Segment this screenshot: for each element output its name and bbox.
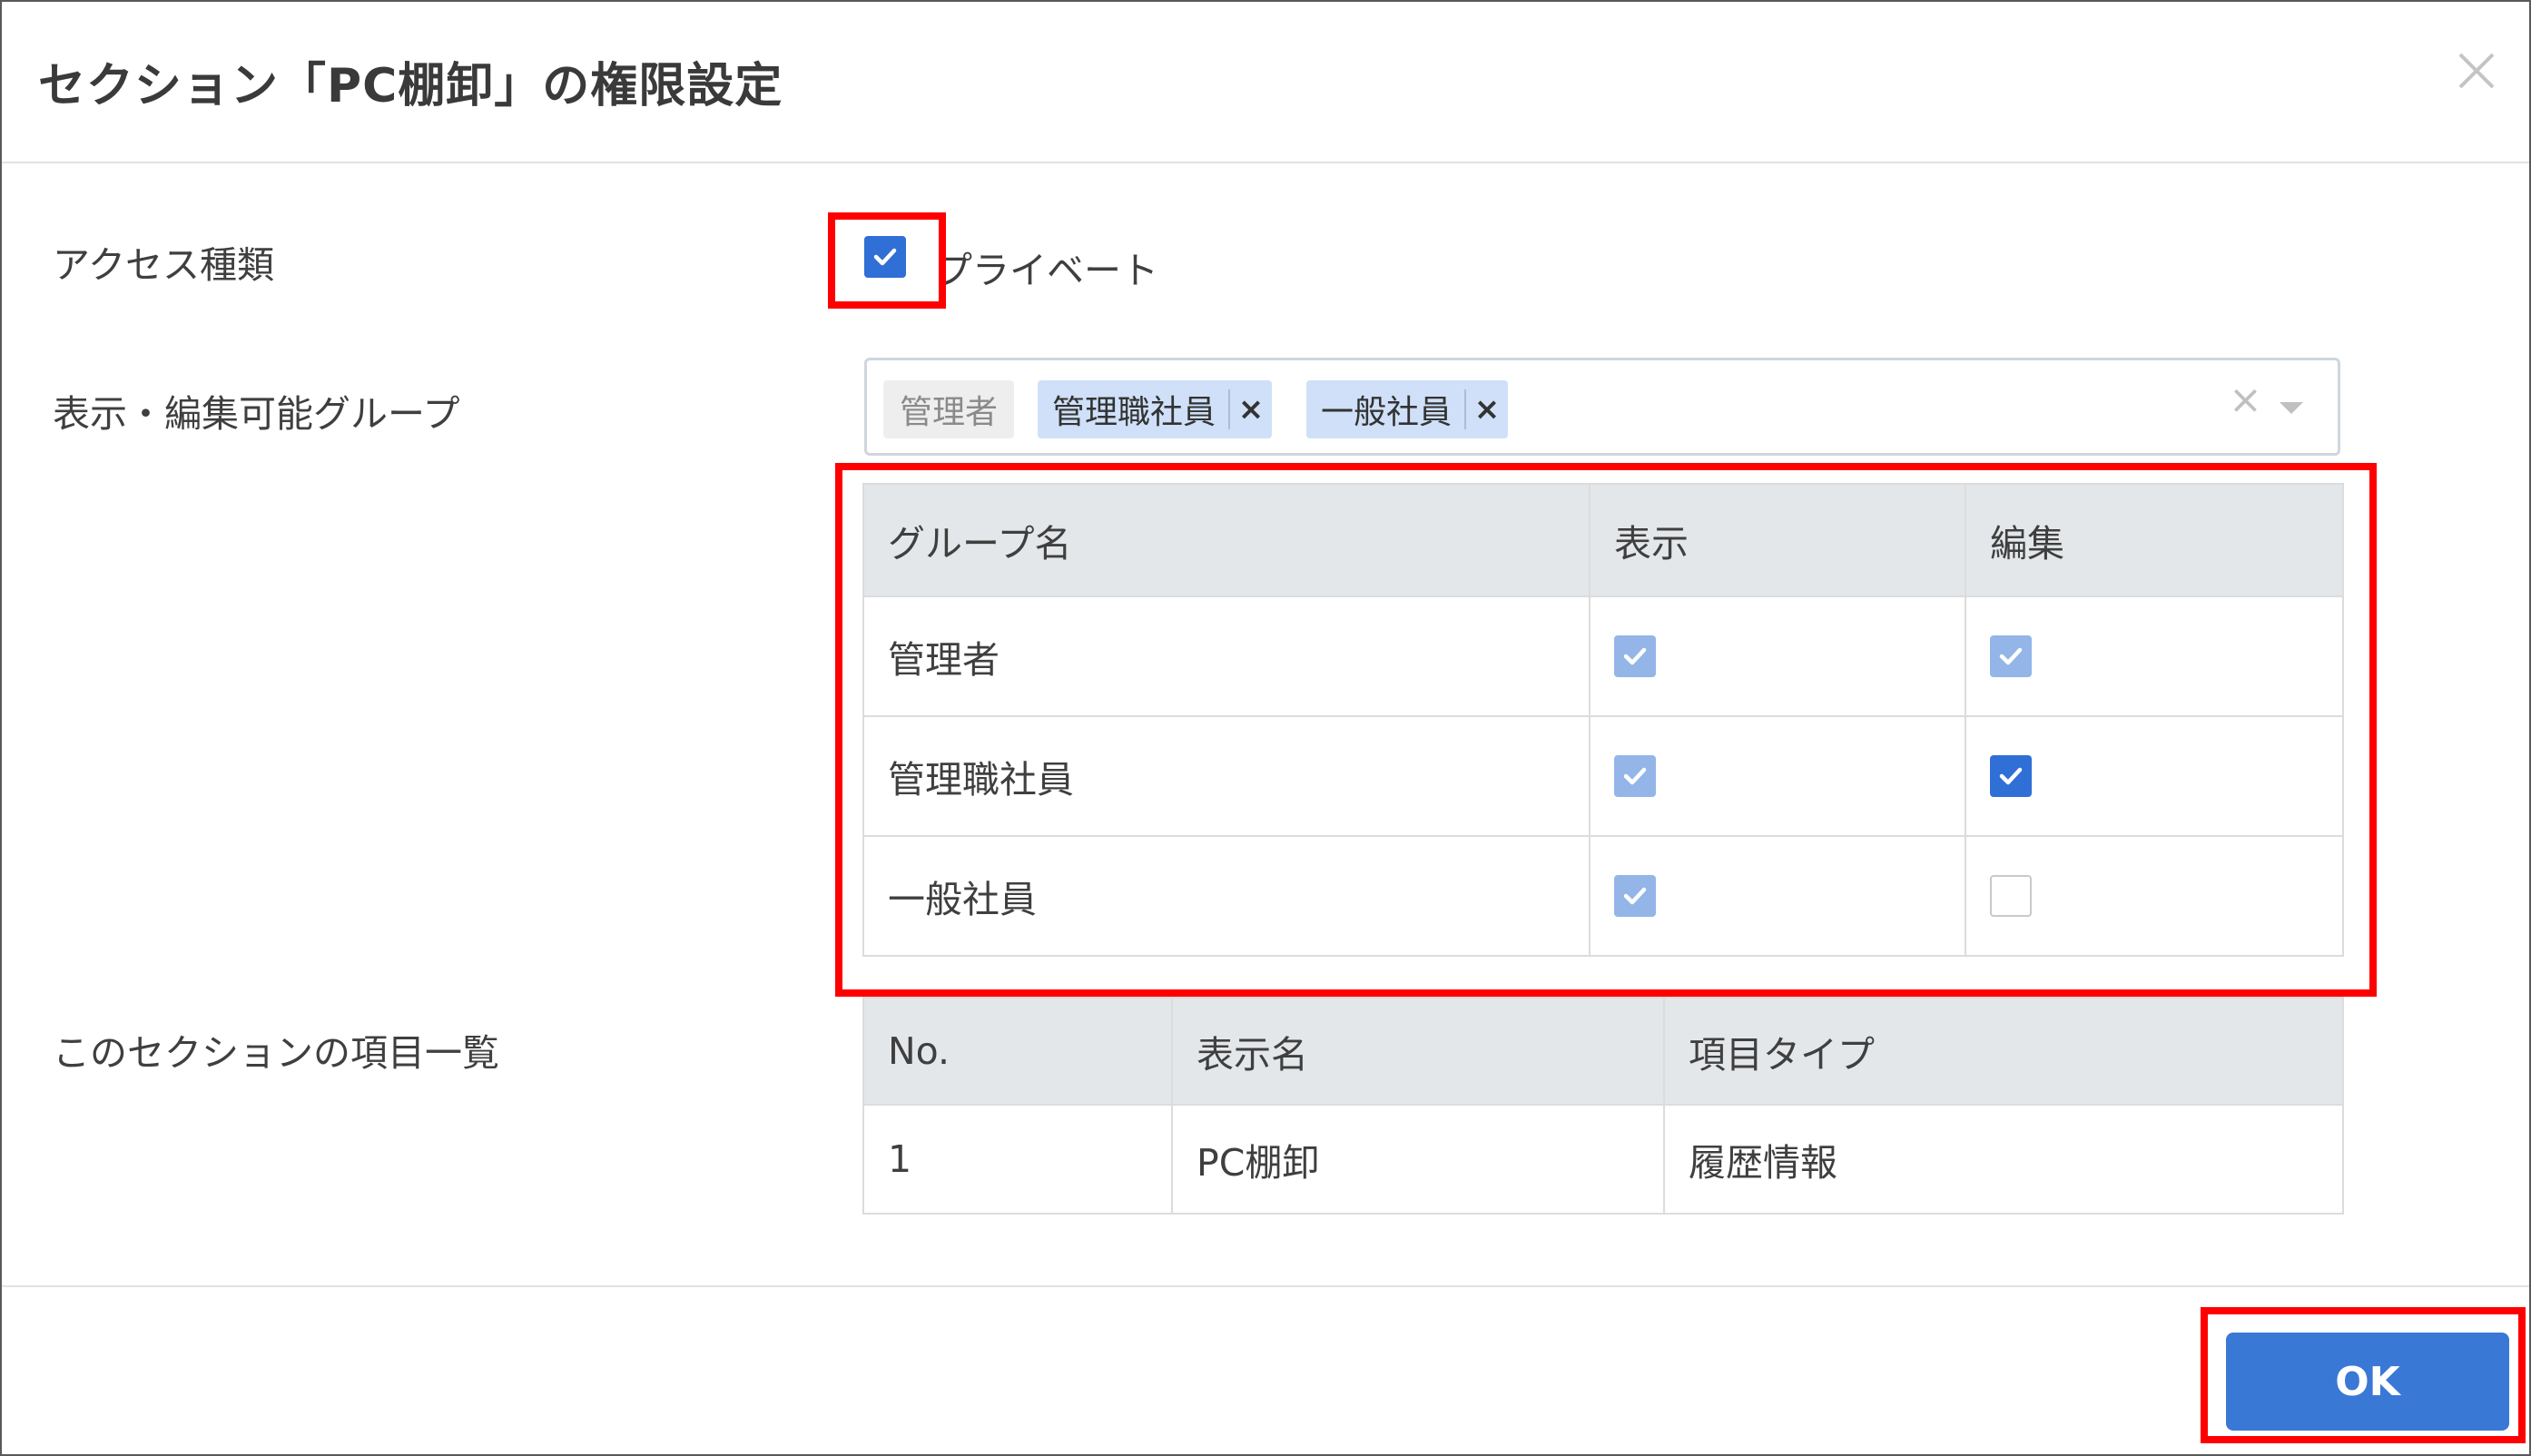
group-tag-label: 管理職社員 xyxy=(1052,394,1216,431)
item-no-cell: 1 xyxy=(862,1104,1173,1215)
dialog-header: セクション「PC棚卸」の権限設定 xyxy=(2,2,2529,163)
groups-label: 表示・編集可能グループ xyxy=(53,392,460,436)
check-icon xyxy=(1999,767,2023,785)
items-label: このセクションの項目一覧 xyxy=(53,1031,499,1075)
table-row: 1 PC棚卸 履歴情報 xyxy=(862,1104,2344,1215)
col-header-view: 表示 xyxy=(1589,483,1966,597)
private-label: プライベート xyxy=(935,249,1158,292)
group-name-cell: 管理職社員 xyxy=(862,715,1590,837)
private-checkbox[interactable] xyxy=(864,236,906,278)
check-icon xyxy=(1623,647,1647,665)
table-row: 管理職社員 xyxy=(862,715,2344,837)
item-type-cell: 履歴情報 xyxy=(1663,1104,2344,1215)
table-row: 管理者 xyxy=(862,595,2344,717)
footer-divider xyxy=(2,1285,2529,1287)
remove-tag-icon[interactable]: × xyxy=(1230,391,1272,428)
view-cell xyxy=(1589,715,1966,837)
group-tag: 一般社員 × xyxy=(1306,380,1509,438)
group-tag: 管理職社員 × xyxy=(1038,380,1273,438)
check-icon xyxy=(1623,887,1647,905)
chevron-down-icon[interactable] xyxy=(2280,402,2303,414)
col-header-item-type: 項目タイプ xyxy=(1663,997,2344,1106)
view-cell xyxy=(1589,595,1966,717)
remove-tag-icon[interactable]: × xyxy=(1466,391,1508,428)
permission-dialog: セクション「PC棚卸」の権限設定 アクセス種類 プライベート 表示・編集可能グル… xyxy=(0,0,2531,1456)
group-tag-label: 一般社員 xyxy=(1321,394,1453,431)
clear-all-icon[interactable]: × xyxy=(2229,377,2262,423)
view-cell xyxy=(1589,835,1966,957)
items-table: No. 表示名 項目タイプ 1 PC棚卸 履歴情報 xyxy=(862,997,2344,1215)
access-type-label: アクセス種類 xyxy=(53,243,274,287)
col-header-group-name: グループ名 xyxy=(862,483,1590,597)
ok-button[interactable]: OK xyxy=(2226,1333,2509,1431)
edit-cell xyxy=(1965,835,2344,957)
col-header-edit: 編集 xyxy=(1965,483,2344,597)
item-name-cell: PC棚卸 xyxy=(1171,1104,1665,1215)
edit-cell xyxy=(1965,715,2344,837)
group-multiselect[interactable]: 管理者 管理職社員 × 一般社員 × × xyxy=(864,358,2340,456)
group-name-cell: 一般社員 xyxy=(862,835,1590,957)
check-icon xyxy=(1999,647,2023,665)
dialog-title: セクション「PC棚卸」の権限設定 xyxy=(38,59,783,113)
check-icon xyxy=(1623,767,1647,785)
check-icon xyxy=(873,248,897,266)
edit-cell xyxy=(1965,595,2344,717)
permissions-table: グループ名 表示 編集 管理者 管理職社員 一般社員 xyxy=(862,483,2344,957)
group-tag-fixed: 管理者 xyxy=(883,380,1015,438)
group-name-cell: 管理者 xyxy=(862,595,1590,717)
table-row: 一般社員 xyxy=(862,835,2344,957)
close-icon[interactable] xyxy=(2444,38,2509,103)
col-header-no: No. xyxy=(862,997,1173,1106)
col-header-display-name: 表示名 xyxy=(1171,997,1665,1106)
